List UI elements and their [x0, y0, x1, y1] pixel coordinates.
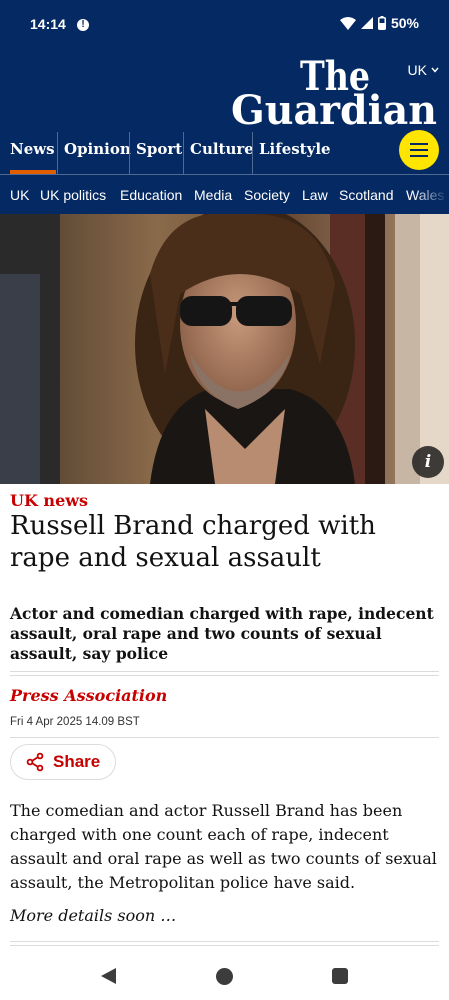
subnav-item-law[interactable]: Law	[302, 187, 328, 203]
article-byline[interactable]: Press Association	[10, 686, 167, 705]
app-header: 14:14 ! 50% UK The Guardian News Opinion…	[0, 0, 449, 214]
hamburger-line	[410, 155, 428, 157]
pillar-label: News	[10, 140, 55, 158]
pillar-label: Lifestyle	[259, 140, 331, 158]
hero-photo	[0, 214, 449, 484]
system-nav-bar	[0, 952, 449, 1000]
logo-text-guardian: Guardian	[231, 87, 437, 126]
subnav-fade	[413, 175, 449, 214]
subnav-item-uk[interactable]: UK	[10, 187, 29, 203]
menu-button[interactable]	[399, 130, 439, 170]
share-button[interactable]: Share	[10, 744, 116, 780]
article-kicker[interactable]: UK news	[10, 491, 88, 510]
status-bar: 14:14 ! 50%	[0, 0, 449, 50]
pillar-lifestyle[interactable]: Lifestyle	[252, 132, 331, 174]
status-indicators: 50%	[339, 15, 419, 31]
home-icon[interactable]	[216, 968, 233, 985]
pillar-opinion[interactable]: Opinion	[57, 132, 131, 174]
subnav: UK UK politics Education Media Society L…	[0, 174, 449, 214]
pillar-label: Opinion	[64, 140, 131, 158]
article-more-details: More details soon …	[10, 906, 177, 925]
pillar-nav: News Opinion Sport Culture Lifestyle	[0, 132, 449, 174]
pillar-news[interactable]: News	[10, 132, 55, 174]
subnav-item-society[interactable]: Society	[244, 187, 290, 203]
hamburger-line	[410, 143, 428, 145]
wifi-icon	[339, 16, 356, 30]
pillar-label: Culture	[190, 140, 254, 158]
image-info-button[interactable]: i	[412, 446, 444, 478]
divider	[10, 737, 439, 738]
subnav-item-scotland[interactable]: Scotland	[339, 187, 393, 203]
article-dateline: Fri 4 Apr 2025 14.09 BST	[10, 716, 140, 728]
share-icon	[26, 752, 44, 772]
battery-icon	[377, 16, 386, 30]
subnav-item-education[interactable]: Education	[120, 187, 182, 203]
pillar-culture[interactable]: Culture	[183, 132, 254, 174]
status-time: 14:14	[30, 16, 66, 32]
pillar-sport[interactable]: Sport	[129, 132, 182, 174]
battery-level: 50%	[390, 15, 419, 31]
signal-icon	[360, 17, 373, 29]
hero-image[interactable]	[0, 214, 449, 484]
alert-icon: !	[77, 19, 89, 31]
subnav-item-uk-politics[interactable]: UK politics	[40, 187, 106, 203]
recents-icon[interactable]	[332, 968, 348, 984]
subnav-item-media[interactable]: Media	[194, 187, 232, 203]
divider	[10, 671, 439, 676]
pillar-label: Sport	[136, 140, 183, 158]
hamburger-line	[410, 149, 428, 151]
article-standfirst: Actor and comedian charged with rape, in…	[10, 604, 434, 663]
guardian-logo[interactable]: The Guardian	[227, 54, 439, 126]
article-headline: Russell Brand charged with rape and sexu…	[10, 511, 376, 573]
divider	[10, 941, 439, 946]
back-icon[interactable]	[101, 968, 116, 984]
share-label: Share	[53, 752, 101, 771]
article-body: The comedian and actor Russell Brand has…	[10, 801, 437, 892]
